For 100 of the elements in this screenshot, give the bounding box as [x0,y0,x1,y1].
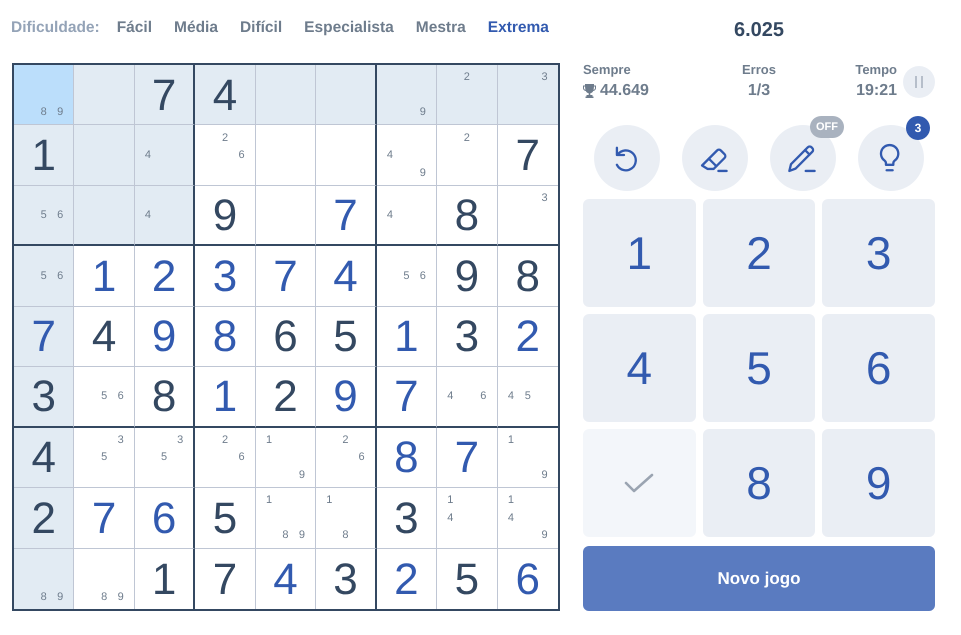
board-cell[interactable]: 2 6 [195,125,256,186]
board-cell[interactable]: 1 [376,306,438,368]
number-key[interactable]: 4 [583,314,696,422]
board-cell[interactable]: 4 [74,306,135,368]
board-cell[interactable]: 7 [316,186,377,246]
board-cell[interactable]: 3 5 [74,428,135,488]
board-cell[interactable]: 9 [437,246,498,307]
board-cell[interactable] [316,65,377,126]
candidate-note: 4 [386,150,393,162]
board-cell[interactable]: 3 [316,548,377,609]
board-cell[interactable]: 4 [195,65,256,126]
board-cell[interactable]: 3 5 [134,428,196,488]
board-cell[interactable]: 4 5 [498,367,558,428]
board-cell[interactable]: 1 [134,548,196,609]
board-cell[interactable]: 8 [134,367,196,428]
number-key[interactable]: 6 [822,314,935,422]
board-cell[interactable]: 9 [134,306,196,368]
board-cell[interactable]: 2 6 [195,428,256,488]
number-key[interactable]: 9 [822,429,935,537]
stat-label: Erros [742,61,776,79]
board-cell[interactable]: 2 [437,65,498,126]
board-cell[interactable]: 1 [195,367,256,428]
board-cell[interactable]: 1 8 [316,488,377,549]
board-cell[interactable]: 4 [134,186,196,246]
number-key[interactable]: 1 [583,199,696,307]
board-cell[interactable]: 7 [437,428,498,488]
board-cell[interactable]: 7 [256,246,316,307]
candidate-note: 4 [447,391,454,402]
board-cell[interactable]: 7 [134,65,196,126]
new-game-button[interactable]: Novo jogo [583,546,935,611]
difficulty-tab[interactable]: Fácil [116,18,152,38]
board-cell[interactable]: 7 [14,306,74,368]
board-cell[interactable]: 2 [498,306,558,368]
board-cell[interactable]: 1 4 [437,488,498,549]
board-cell[interactable]: 7 [498,125,558,186]
board-cell[interactable]: 2 [14,488,74,549]
board-cell[interactable]: 2 [437,125,498,186]
board-cell[interactable]: 5 6 [74,367,135,428]
board-cell[interactable]: 3 [498,186,558,246]
board-cell[interactable]: 5 [316,306,377,368]
board-cell[interactable]: 8 [498,246,558,307]
candidate-note: 5 [101,452,108,464]
board-cell[interactable]: 8 [376,428,438,488]
board-cell[interactable]: 2 [134,246,196,307]
board-cell[interactable]: 4 [134,125,196,186]
board-cell[interactable]: 5 [437,548,498,609]
pencil-icon [788,143,818,173]
candidate-note: 9 [118,592,124,603]
difficulty-tab[interactable]: Difícil [240,18,282,38]
candidate-note: 2 [464,72,470,84]
board-cell[interactable]: 6 [256,306,316,368]
board-cell[interactable]: 8 9 [74,548,135,609]
board-cell[interactable]: 3 [195,246,256,307]
board-cell[interactable]: 4 [14,428,74,488]
board-cell[interactable]: 3 [437,306,498,368]
board-cell[interactable]: 1 9 [256,428,316,488]
board-cell[interactable]: 2 [376,548,438,609]
board-cell[interactable]: 7 [376,367,438,428]
board-cell[interactable]: 4 [256,548,316,609]
board-cell[interactable]: 4 [316,246,377,307]
board-cell[interactable]: 4 9 [376,125,438,186]
number-key[interactable]: 3 [822,199,935,307]
board-cell[interactable]: 9 [376,65,438,126]
board-cell[interactable]: 5 6 [376,246,438,307]
number-key[interactable]: 5 [702,314,816,422]
board-cell[interactable]: 3 [376,488,438,549]
board-cell[interactable]: 1 [74,246,135,307]
difficulty-tab[interactable]: Especialista [304,18,394,38]
difficulty-tab[interactable]: Média [174,18,218,38]
candidate-note: 3 [542,72,548,84]
candidate-note: 9 [298,530,306,542]
board-cell[interactable]: 1 4 9 [498,488,558,549]
board-cell[interactable]: 8 9 [14,548,74,609]
board-cell[interactable]: 6 [498,548,558,609]
difficulty-tab[interactable]: Extrema [488,18,549,38]
board-cell[interactable]: 5 [195,488,256,549]
board-cell[interactable]: 5 6 [14,186,74,246]
number-key[interactable]: 2 [702,199,816,307]
difficulty-tab[interactable]: Mestra [416,18,466,38]
board-cell[interactable]: 2 6 [316,428,377,488]
board-cell[interactable]: 2 [256,367,316,428]
board-cell[interactable]: 4 6 [437,367,498,428]
board-cell[interactable]: 3 [14,367,74,428]
board-cell[interactable]: 8 [437,186,498,246]
board-cell[interactable]: 8 [195,306,256,368]
board-cell[interactable]: 1 9 [498,428,558,488]
candidate-note: 9 [420,168,426,179]
board-cell[interactable]: 7 [74,488,135,549]
board-cell[interactable]: 7 [195,548,256,609]
board-cell[interactable]: 3 [498,65,558,126]
board-cell[interactable]: 1 [14,125,74,186]
board-cell[interactable]: 9 [195,186,256,246]
board-cell[interactable]: 9 [316,367,377,428]
board-cell[interactable]: 6 [134,488,196,549]
board-cell[interactable]: 5 6 [14,246,74,307]
candidate-note: 6 [420,271,426,282]
board-cell[interactable]: 1 8 9 [256,488,316,549]
board-cell[interactable] [316,125,377,186]
number-key[interactable]: 8 [702,429,816,537]
board-cell[interactable]: 4 [376,186,438,246]
